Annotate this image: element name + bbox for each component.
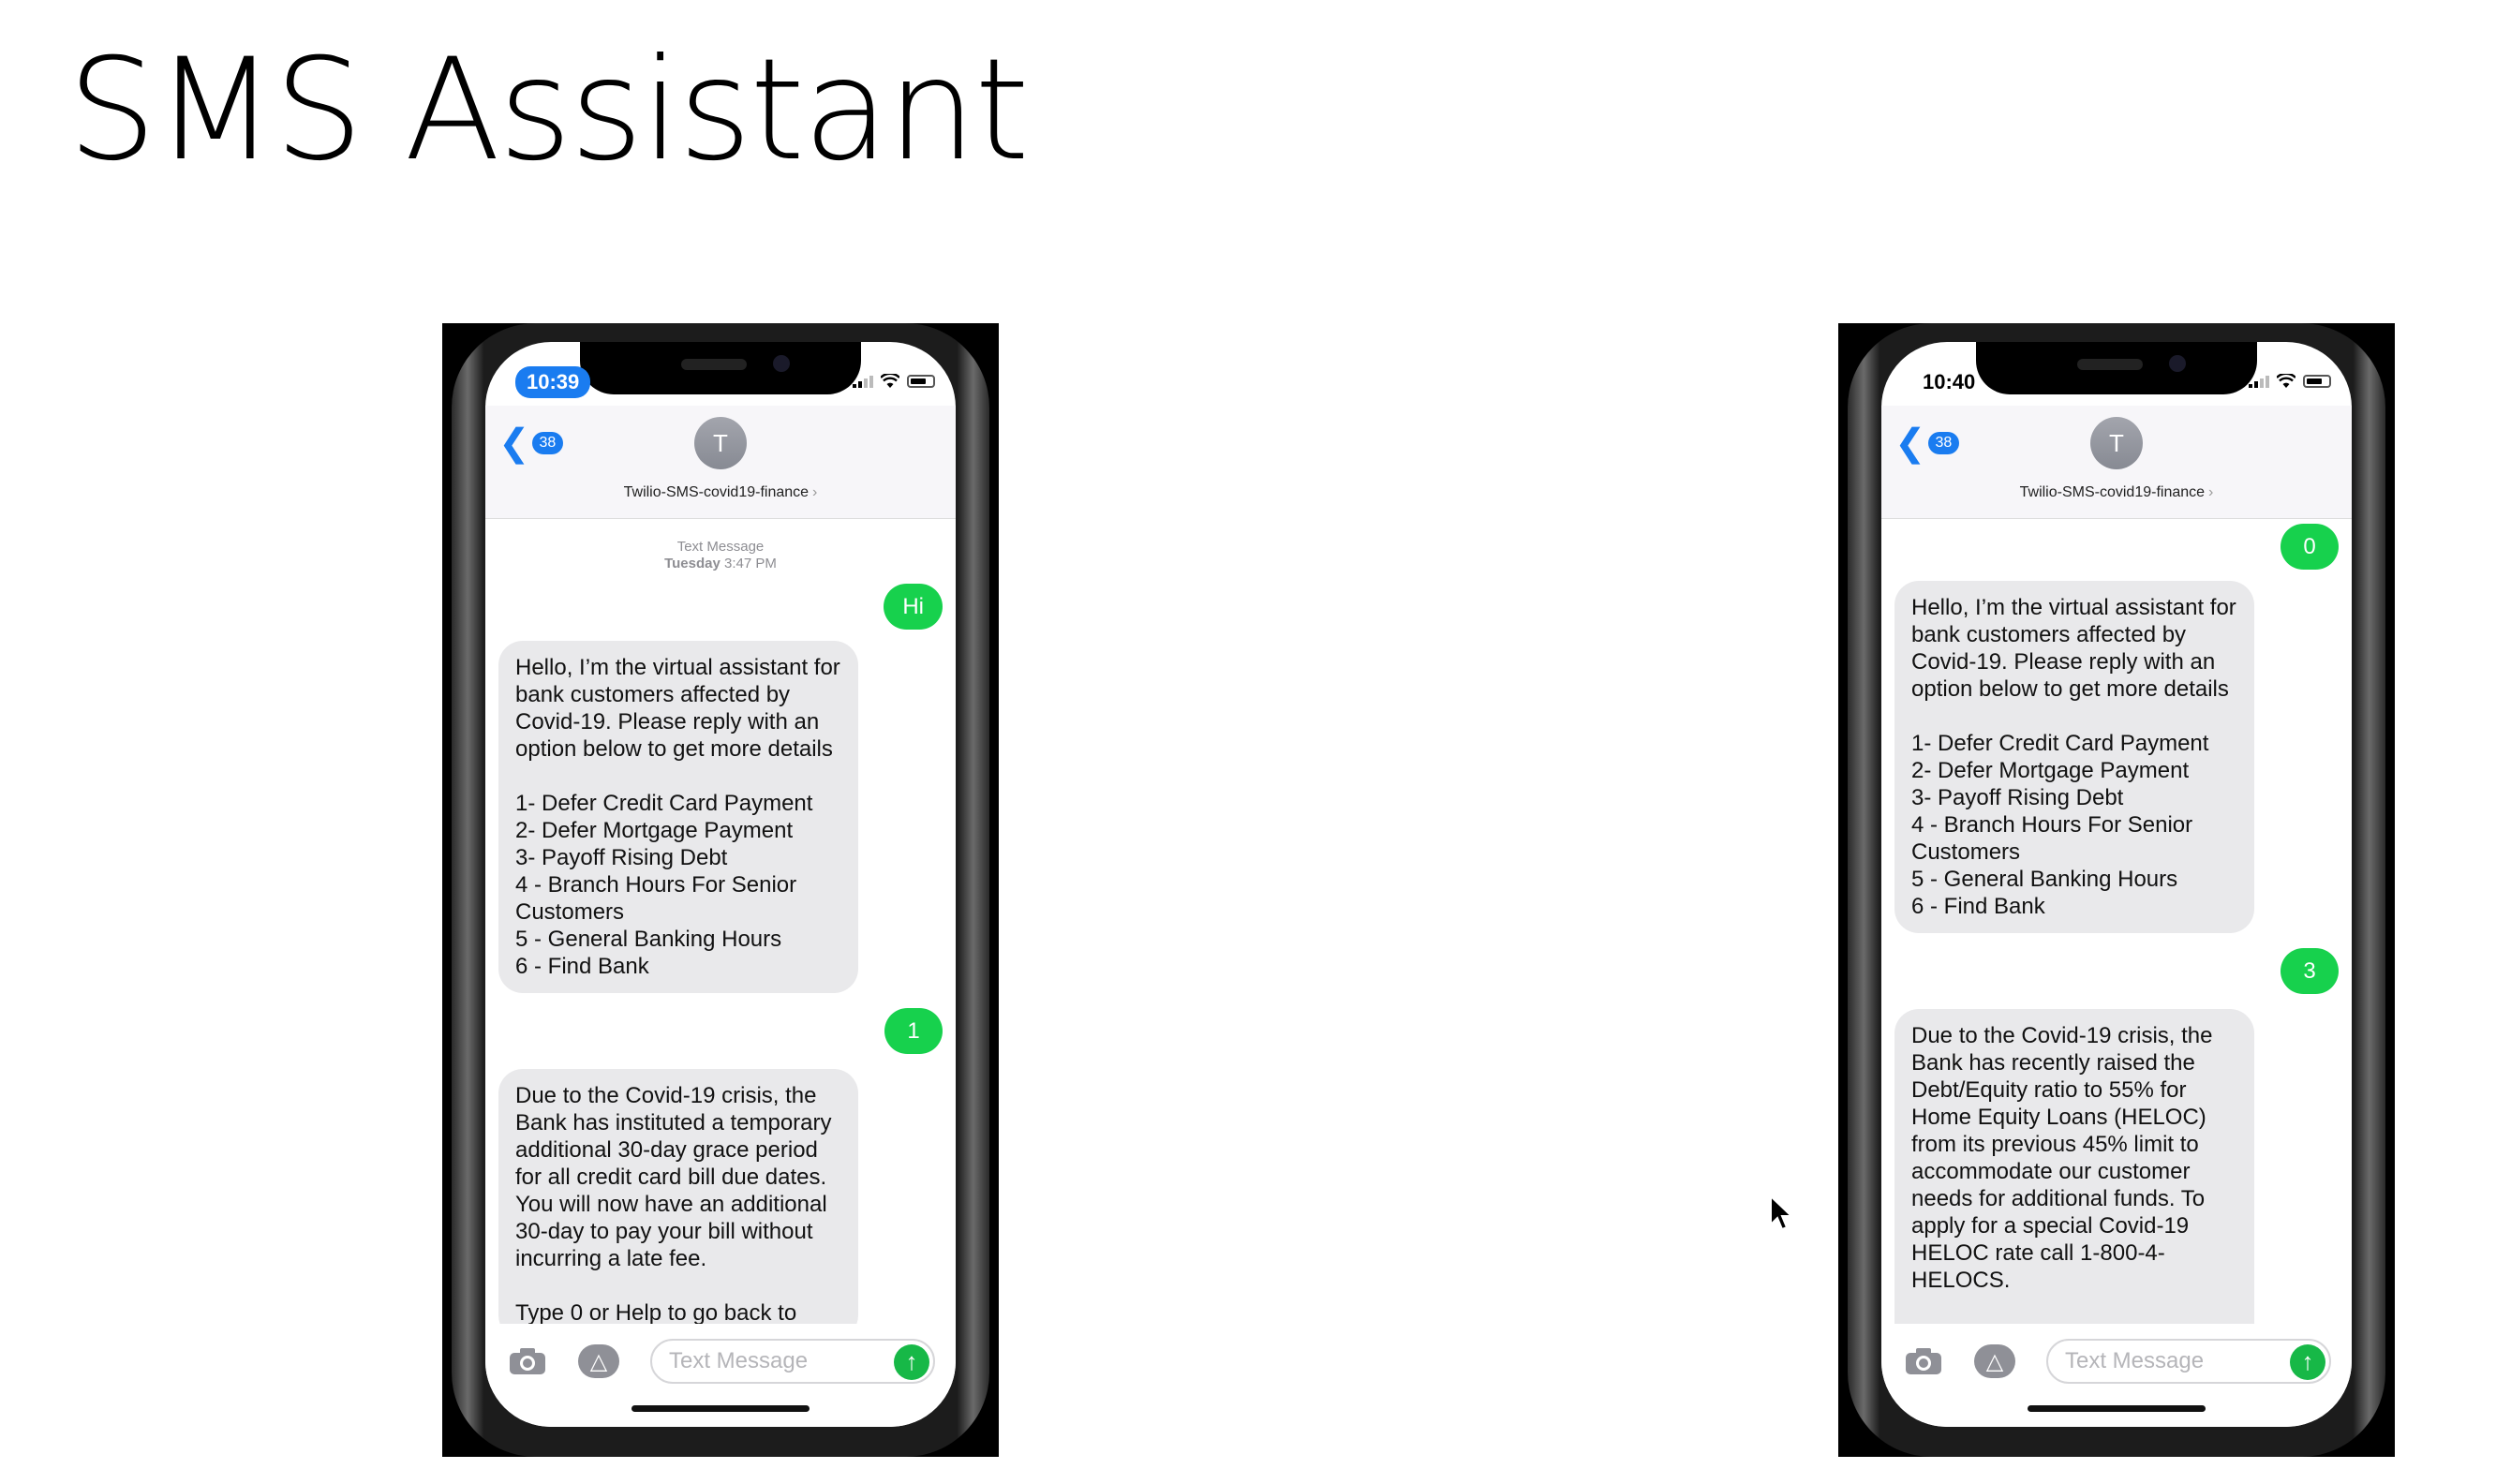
send-button[interactable]: ↑ — [894, 1344, 929, 1380]
phone-left: 10:39 ❮ 38 T Twilio-SMS-covid19-finance ›… — [442, 323, 999, 1457]
sent-bubble[interactable]: 1 — [884, 1008, 943, 1054]
message-composer: △ Text Message ↑ — [485, 1324, 956, 1427]
conversation-header: ❮ 38 T Twilio-SMS-covid19-finance › — [1881, 406, 2352, 519]
input-placeholder: Text Message — [2065, 1348, 2205, 1373]
contact-name: Twilio-SMS-covid19-finance — [2019, 484, 2206, 500]
back-button[interactable]: ❮ 38 — [1894, 423, 1960, 464]
send-arrow-icon: ↑ — [905, 1347, 918, 1375]
thread-timestamp: Text Message Tuesday 3:47 PM — [664, 539, 777, 571]
contact-name-button[interactable]: Twilio-SMS-covid19-finance › — [1881, 484, 2352, 501]
phone-bezel: 10:39 ❮ 38 T Twilio-SMS-covid19-finance ›… — [452, 323, 989, 1457]
text-message-input[interactable]: Text Message ↑ — [2046, 1339, 2331, 1384]
send-button[interactable]: ↑ — [2290, 1344, 2325, 1380]
message-row: 1 — [498, 1008, 943, 1054]
sent-bubble[interactable]: 3 — [2281, 948, 2339, 994]
camera-icon — [510, 1348, 545, 1374]
message-composer: △ Text Message ↑ — [1881, 1324, 2352, 1427]
contact-name: Twilio-SMS-covid19-finance — [623, 484, 810, 500]
received-bubble[interactable]: Hello, I’m the virtual assistant for ban… — [1894, 581, 2254, 933]
phone-screen: 10:40 ❮ 38 T Twilio-SMS-covid19-finance ›… — [1881, 342, 2352, 1427]
chevron-left-icon: ❮ — [1894, 423, 1926, 464]
message-row: Hello, I’m the virtual assistant for ban… — [1894, 581, 2339, 933]
status-icons — [853, 374, 935, 389]
signal-icon — [2249, 375, 2269, 388]
chevron-left-icon: ❮ — [498, 423, 530, 464]
message-row: Due to the Covid-19 crisis, the Bank has… — [1894, 1009, 2339, 1324]
phone-screen: 10:39 ❮ 38 T Twilio-SMS-covid19-finance ›… — [485, 342, 956, 1427]
received-bubble[interactable]: Due to the Covid-19 crisis, the Bank has… — [1894, 1009, 2254, 1324]
status-icons — [2249, 374, 2331, 389]
conversation-header: ❮ 38 T Twilio-SMS-covid19-finance › — [485, 406, 956, 519]
contact-avatar[interactable]: T — [694, 417, 747, 469]
app-store-button[interactable]: △ — [1971, 1343, 2018, 1380]
home-indicator[interactable] — [631, 1405, 810, 1412]
mouse-pointer-icon — [1770, 1195, 1794, 1231]
phone-bezel: 10:40 ❮ 38 T Twilio-SMS-covid19-finance ›… — [1848, 323, 2385, 1457]
contact-name-button[interactable]: Twilio-SMS-covid19-finance › — [485, 484, 956, 501]
wifi-icon — [881, 374, 899, 388]
message-row: 0 — [1894, 524, 2339, 570]
app-store-icon: △ — [578, 1344, 619, 1378]
home-indicator[interactable] — [2028, 1405, 2206, 1412]
slide-title: SMS Assistant — [67, 29, 1030, 192]
message-thread[interactable]: 0 Hello, I’m the virtual assistant for b… — [1881, 520, 2352, 1324]
back-button[interactable]: ❮ 38 — [498, 423, 564, 464]
phone-notch — [1976, 342, 2257, 394]
status-time: 10:39 — [515, 366, 591, 398]
camera-icon — [1906, 1348, 1941, 1374]
message-row: 3 — [1894, 948, 2339, 994]
chevron-right-icon: › — [2208, 484, 2214, 500]
unread-badge: 38 — [1927, 432, 1960, 454]
app-store-button[interactable]: △ — [575, 1343, 622, 1380]
app-store-icon: △ — [1974, 1344, 2015, 1378]
message-row: Hi — [498, 584, 943, 630]
input-placeholder: Text Message — [669, 1348, 809, 1373]
battery-icon — [907, 375, 935, 388]
chevron-right-icon: › — [812, 484, 818, 500]
sent-bubble[interactable]: 0 — [2281, 524, 2339, 570]
contact-avatar[interactable]: T — [2090, 417, 2143, 469]
message-row: Due to the Covid-19 crisis, the Bank has… — [498, 1069, 943, 1324]
unread-badge: 38 — [531, 432, 564, 454]
message-row: Hello, I’m the virtual assistant for ban… — [498, 641, 943, 993]
text-message-input[interactable]: Text Message ↑ — [650, 1339, 935, 1384]
received-bubble[interactable]: Hello, I’m the virtual assistant for ban… — [498, 641, 858, 993]
camera-button[interactable] — [1900, 1343, 1947, 1380]
phone-notch — [580, 342, 861, 394]
received-bubble[interactable]: Due to the Covid-19 crisis, the Bank has… — [498, 1069, 858, 1324]
camera-button[interactable] — [504, 1343, 551, 1380]
battery-icon — [2303, 375, 2331, 388]
wifi-icon — [2277, 374, 2295, 388]
send-arrow-icon: ↑ — [2301, 1347, 2314, 1375]
status-time: 10:40 — [1923, 370, 1976, 393]
message-thread[interactable]: Text Message Tuesday 3:47 PM Hi Hello, I… — [485, 520, 956, 1324]
phone-right: 10:40 ❮ 38 T Twilio-SMS-covid19-finance ›… — [1838, 323, 2395, 1457]
sent-bubble[interactable]: Hi — [884, 584, 943, 630]
signal-icon — [853, 375, 873, 388]
